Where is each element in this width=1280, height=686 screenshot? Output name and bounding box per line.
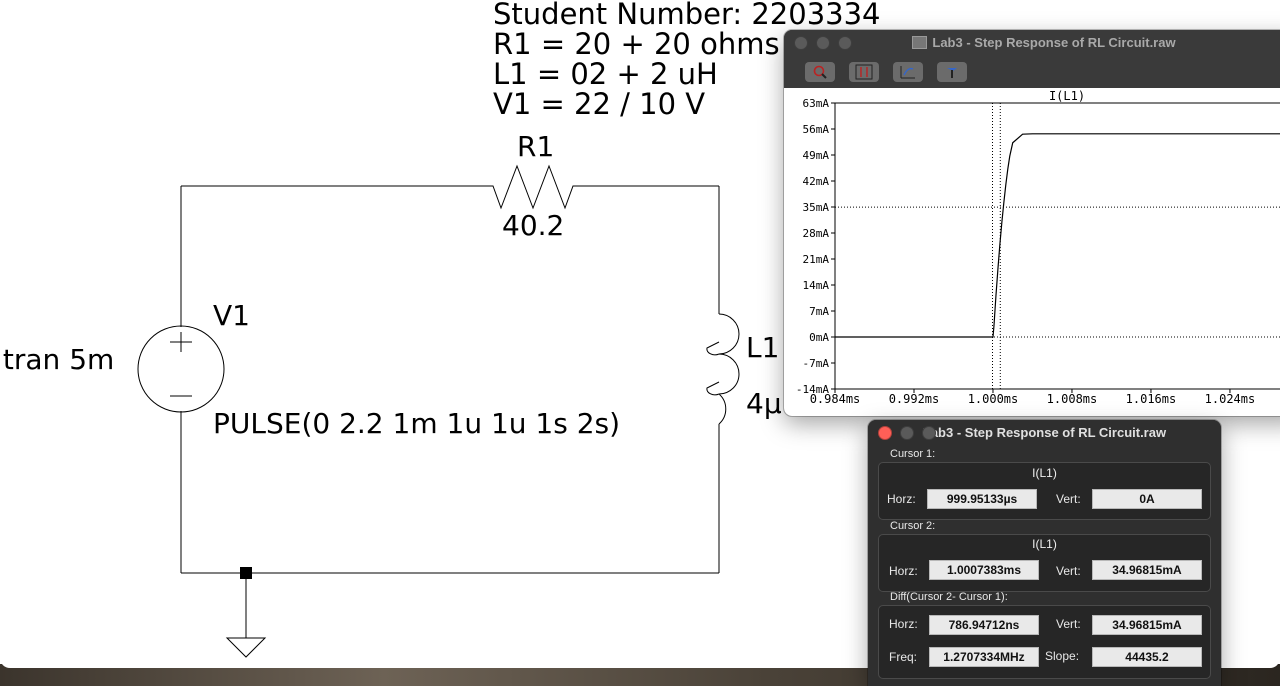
diff-vert-label: Vert:: [1056, 617, 1081, 631]
l1-note[interactable]: L1 = 02 + 2 uH: [493, 60, 718, 89]
top-wire: [181, 164, 719, 210]
diff-horz-field[interactable]: 786.94712ns: [929, 615, 1039, 635]
ground-symbol: [225, 637, 267, 658]
v1-note[interactable]: V1 = 22 / 10 V: [493, 90, 705, 119]
cursor1-label: Cursor 1:: [890, 448, 936, 460]
minimize-button[interactable]: [816, 36, 830, 50]
x-tick-label: 1.024ms: [1205, 392, 1256, 406]
cursor1-vert-label: Vert:: [1056, 492, 1081, 506]
y-tick-label: 63mA: [803, 97, 830, 110]
r1-value[interactable]: 40.2: [502, 212, 564, 240]
y-tick-label: 7mA: [809, 305, 829, 318]
pan-icon[interactable]: [937, 62, 967, 82]
zoom-button[interactable]: [838, 36, 852, 50]
l1-value[interactable]: 4µ: [746, 390, 782, 418]
diff-freq-label: Freq:: [889, 650, 918, 664]
y-tick-label: 56mA: [803, 123, 830, 136]
x-tick-label: 1.016ms: [1126, 392, 1177, 406]
y-tick-label: 0mA: [809, 331, 829, 344]
cursor-window-controls: [878, 426, 936, 440]
cursor2-vert-label: Vert:: [1056, 564, 1081, 578]
y-tick-label: 42mA: [803, 175, 830, 188]
undo-zoom-icon[interactable]: [893, 62, 923, 82]
diff-label: Diff(Cursor 2- Cursor 1):: [890, 591, 1008, 603]
cursor-window[interactable]: Lab3 - Step Response of RL Circuit.raw C…: [868, 420, 1221, 686]
diff-slope-label: Slope:: [1045, 649, 1080, 663]
v1-source-value[interactable]: PULSE(0 2.2 1m 1u 1u 1s 2s): [213, 410, 620, 438]
inductor-coils: [706, 313, 740, 425]
y-tick-label: 35mA: [803, 201, 830, 214]
diff-vert-field[interactable]: 34.96815mA: [1092, 615, 1202, 635]
y-tick-label: 28mA: [803, 227, 830, 240]
waveform-window[interactable]: Lab3 - Step Response of RL Circuit.raw 6…: [784, 30, 1280, 416]
zoom-icon[interactable]: [805, 62, 835, 82]
cursor-close-button[interactable]: [878, 426, 892, 440]
cursor2-horz-field[interactable]: 1.0007383ms: [929, 560, 1039, 580]
diff-horz-label: Horz:: [889, 617, 918, 631]
cursor2-group: I(L1) Horz: 1.0007383ms Vert: 34.96815mA: [878, 534, 1211, 592]
x-tick-label: 0.992ms: [889, 392, 940, 406]
r1-label[interactable]: R1: [517, 133, 554, 161]
x-tick-label: 0.984ms: [810, 392, 861, 406]
waveform-toolbar: [784, 58, 1280, 88]
trace-label: I(L1): [1049, 89, 1085, 103]
raw-file-icon: [912, 35, 928, 49]
diff-freq-field[interactable]: 1.2707334MHz: [929, 647, 1039, 667]
cursor2-horz-label: Horz:: [889, 564, 918, 578]
series-line: [835, 133, 1280, 338]
cursor-titlebar[interactable]: Lab3 - Step Response of RL Circuit.raw: [868, 420, 1221, 444]
cursor2-label: Cursor 2:: [890, 520, 936, 532]
tran-directive[interactable]: .tran 5m: [0, 346, 114, 374]
v1-label[interactable]: V1: [213, 302, 250, 330]
diff-slope-field[interactable]: 44435.2: [1092, 647, 1202, 667]
student-number-note[interactable]: Student Number: 2203334: [493, 0, 881, 29]
y-tick-label: 14mA: [803, 279, 830, 292]
cursor2-trace: I(L1): [1032, 537, 1057, 551]
cursor-zoom-button[interactable]: [922, 426, 936, 440]
step-response-chart[interactable]: 63mA 56mA 49mA 42mA 35mA 28mA 21mA 14mA 7mA 0mA -7…: [784, 88, 1280, 416]
l1-label[interactable]: L1: [746, 334, 779, 362]
cursor1-trace: I(L1): [1032, 466, 1057, 480]
close-button[interactable]: [794, 36, 808, 50]
r1-note[interactable]: R1 = 20 + 20 ohms: [493, 30, 780, 59]
cursor-minimize-button[interactable]: [900, 426, 914, 440]
x-tick-label: 1.008ms: [1047, 392, 1098, 406]
window-controls: [794, 36, 852, 50]
y-tick-label: 21mA: [803, 253, 830, 266]
x-tick-label: 1.000ms: [968, 392, 1019, 406]
waveform-title: Lab3 - Step Response of RL Circuit.raw: [932, 34, 1176, 50]
diff-group: Horz: 786.94712ns Vert: 34.96815mA Freq:…: [878, 605, 1211, 679]
plot-frame: [834, 102, 1280, 390]
cursor1-group: I(L1) Horz: 999.95133µs Vert: 0A: [878, 462, 1211, 520]
y-tick-label: -7mA: [803, 357, 830, 370]
autorange-icon[interactable]: [849, 62, 879, 82]
cursor-window-title: Lab3 - Step Response of RL Circuit.raw: [922, 424, 1167, 440]
plot-pane[interactable]: 63mA 56mA 49mA 42mA 35mA 28mA 21mA 14mA 7mA 0mA -7…: [784, 88, 1280, 416]
waveform-titlebar[interactable]: Lab3 - Step Response of RL Circuit.raw: [784, 30, 1280, 54]
cursor1-horz-field[interactable]: 999.95133µs: [927, 489, 1037, 509]
cursor1-vert-field[interactable]: 0A: [1092, 489, 1202, 509]
cursor1-horz-label: Horz:: [887, 492, 916, 506]
ground-node: [240, 567, 252, 579]
cursor2-vert-field[interactable]: 34.96815mA: [1092, 560, 1202, 580]
y-tick-label: 49mA: [803, 149, 830, 162]
